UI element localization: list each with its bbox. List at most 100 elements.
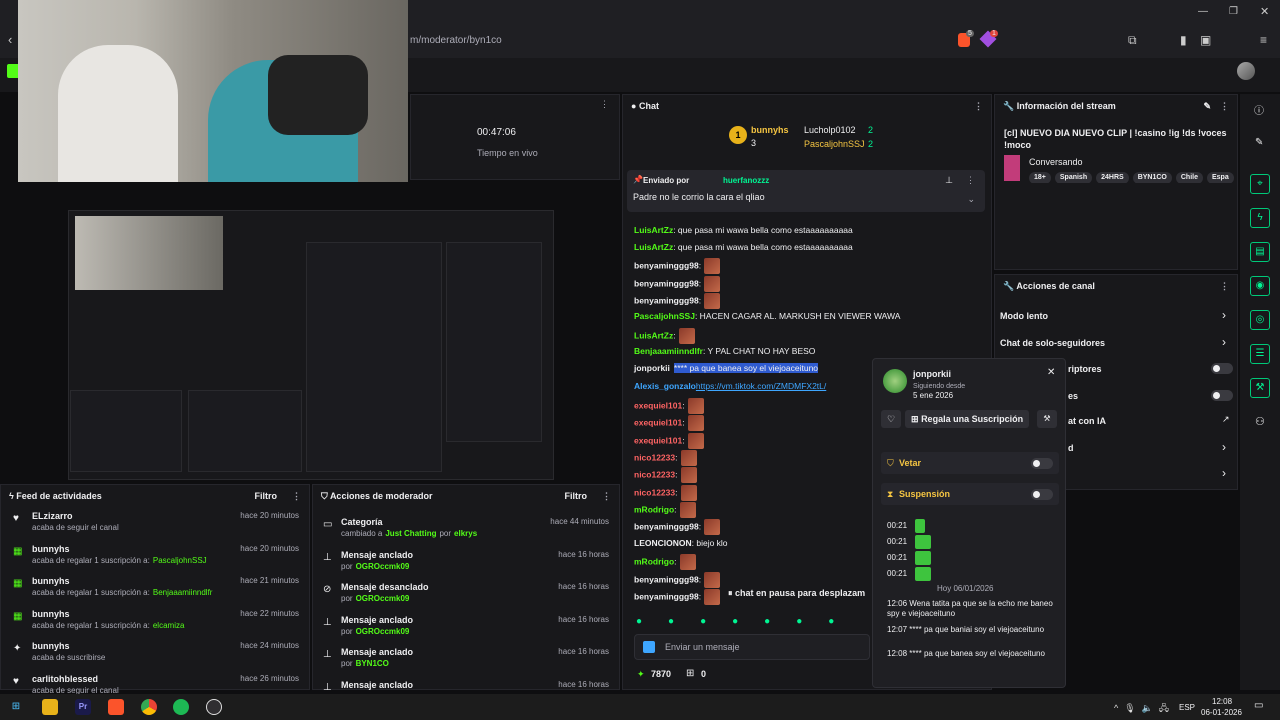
chat-message[interactable]: mRodrigo: [634,502,696,518]
ban-toggle[interactable] [1031,458,1053,469]
chat-username[interactable]: Alexis_gonzalo [634,381,696,391]
users-icon[interactable]: ⚇ [1255,415,1265,428]
chat-message[interactable]: benyaminggg98: [634,293,721,309]
sidebar-toggle-icon[interactable]: ▮ [1180,33,1187,47]
chat-username[interactable]: exequiel101 [634,417,682,427]
unpin-icon[interactable]: ⊥ [945,175,953,186]
chat-username[interactable]: exequiel101 [634,400,682,410]
stream-tag[interactable]: 24HRS [1096,172,1129,183]
stream-tag[interactable]: Espa [1207,172,1234,183]
expand-pinned-icon[interactable]: ⌄ [967,194,975,205]
chat-message[interactable]: Alexis_gonzalohttps://vm.tiktok.com/ZMDM… [634,380,826,392]
mod-action-target[interactable]: OGROccmk09 [356,627,410,636]
clock-date[interactable]: 06-01-2026 [1201,708,1242,717]
chat-message[interactable]: LuisArtZz: [634,328,695,344]
mod-action-title[interactable]: Mensaje anclado [341,680,413,690]
pencil-icon[interactable]: ✎ [1255,137,1263,148]
camera-icon[interactable]: ⌖ [1250,174,1270,194]
stream-tag[interactable]: 18+ [1029,172,1051,183]
mod-filter-button[interactable]: Filtro [565,485,588,507]
chat-username[interactable]: benyaminggg98 [634,295,699,305]
chat-username[interactable]: nico12233 [634,469,675,479]
chat-username[interactable]: mRodrigo [634,556,674,566]
chat-bubble-icon[interactable]: ◉ [1250,276,1270,296]
mod-menu-icon[interactable]: ⋮ [602,485,611,507]
document-icon[interactable]: ▤ [1250,242,1270,262]
chat-message[interactable]: PascaljohnSSJ: HACEN CAGAR AL. MARKUSH E… [634,310,900,322]
stream-tag[interactable]: Chile [1175,172,1203,183]
subscribers-only-item[interactable]: riptores [1068,364,1102,374]
chat-username[interactable]: benyaminggg98 [634,521,699,531]
chat-message[interactable]: nico12233: [634,485,697,501]
external-link-icon[interactable]: ↗ [1222,414,1230,425]
menu-icon[interactable]: ≡ [1260,33,1267,47]
chat-message[interactable]: benyaminggg98: [634,589,721,605]
mod-action-target[interactable]: BYN1CO [356,659,389,668]
chat-message[interactable]: mRodrigo: [634,554,696,570]
stats-menu-icon[interactable]: ⋮ [600,99,609,110]
lightning-icon[interactable]: ϟ [1250,208,1270,228]
file-explorer-icon[interactable] [42,699,58,715]
chat-message[interactable]: benyaminggg98: [634,258,721,274]
chat-username[interactable]: LEONCIONON [634,538,692,548]
chat-username[interactable]: LuisArtZz [634,330,673,340]
chat-username[interactable]: benyaminggg98 [634,278,699,288]
activity-name[interactable]: bunnyhs [32,609,70,619]
address-bar[interactable]: m/moderator/byn1co [410,31,910,51]
minimize-icon[interactable]: — [1198,6,1208,17]
chrome-icon[interactable] [141,699,157,715]
broadcast-icon[interactable]: ◎ [1250,310,1270,330]
mod-action-title[interactable]: Mensaje desanclado [341,582,429,592]
mod-action-title[interactable]: Mensaje anclado [341,647,413,657]
slow-mode-item[interactable]: Modo lento [1000,311,1048,321]
edit-icon[interactable]: ✎ [1203,95,1211,117]
chat-username[interactable]: nico12233 [634,452,675,462]
activity-target[interactable]: elcamiza [153,621,185,630]
mod-action-target[interactable]: Just Chatting [385,529,436,538]
chat-message[interactable]: LuisArtZz: que pasa mi wawa bella como e… [634,224,853,236]
server-icon[interactable]: ☰ [1250,344,1270,364]
mod-action-title[interactable]: Categoría [341,517,383,527]
emotes-only-toggle[interactable] [1211,390,1233,401]
chat-input[interactable]: Enviar un mensaje [634,634,870,660]
chat-username[interactable]: PascaljohnSSJ [634,311,695,321]
activity-menu-icon[interactable]: ⋮ [292,485,301,507]
mod-action-title[interactable]: Mensaje anclado [341,550,413,560]
channel-action-chevron-icon[interactable]: › [1222,440,1226,454]
chat-username[interactable]: jonporkii [634,363,670,373]
activity-filter-button[interactable]: Filtro [255,485,278,507]
brave-icon[interactable] [108,699,124,715]
close-icon[interactable]: ✕ [1260,5,1269,18]
chat-username[interactable]: exequiel101 [634,435,682,445]
clock-time[interactable]: 12:08 [1212,697,1232,706]
followers-only-item[interactable]: Chat de solo-seguidores [1000,338,1105,348]
gift-icon[interactable]: ⊞ [686,668,694,679]
stream-info-menu-icon[interactable]: ⋮ [1220,95,1229,117]
chat-username[interactable]: nico12233 [634,487,675,497]
chat-message[interactable]: nico12233: [634,450,697,466]
mod-action-target[interactable]: OGROccmk09 [356,562,410,571]
emotes-only-item[interactable]: es [1068,391,1078,401]
stream-tag[interactable]: Spanish [1054,172,1093,183]
chat-menu-icon[interactable]: ⋮ [974,95,983,117]
chat-username[interactable]: Benjaaamiinndlfr [634,346,703,356]
chat-username[interactable]: LuisArtZz [634,225,673,235]
chat-message[interactable]: benyaminggg98: [634,276,721,292]
follow-heart-button[interactable]: ♡ [881,410,901,428]
start-icon[interactable]: ⊞ [8,699,24,715]
chat-username[interactable]: benyaminggg98 [634,591,699,601]
chat-message[interactable]: benyaminggg98: [634,519,721,535]
close-card-icon[interactable]: ✕ [1047,367,1055,378]
chat-message[interactable]: exequiel101: [634,433,704,449]
chat-username[interactable]: benyaminggg98 [634,574,699,584]
pinned-message[interactable]: 📌 Enviado por huerfanozzz Padre no le co… [627,170,985,212]
notifications-icon[interactable]: ▭ [1254,700,1263,711]
pinned-menu-icon[interactable]: ⋮ [966,175,975,186]
mod-action-title[interactable]: Mensaje anclado [341,615,413,625]
language-indicator[interactable]: ESP [1179,703,1195,712]
extensions-icon[interactable]: ⧉ [1128,33,1137,48]
followers-only-chevron-icon[interactable]: › [1222,335,1226,349]
chat-message[interactable]: benyaminggg98: [634,572,721,588]
slow-mode-chevron-icon[interactable]: › [1222,308,1226,322]
mod-action-who[interactable]: elkrys [454,529,477,538]
